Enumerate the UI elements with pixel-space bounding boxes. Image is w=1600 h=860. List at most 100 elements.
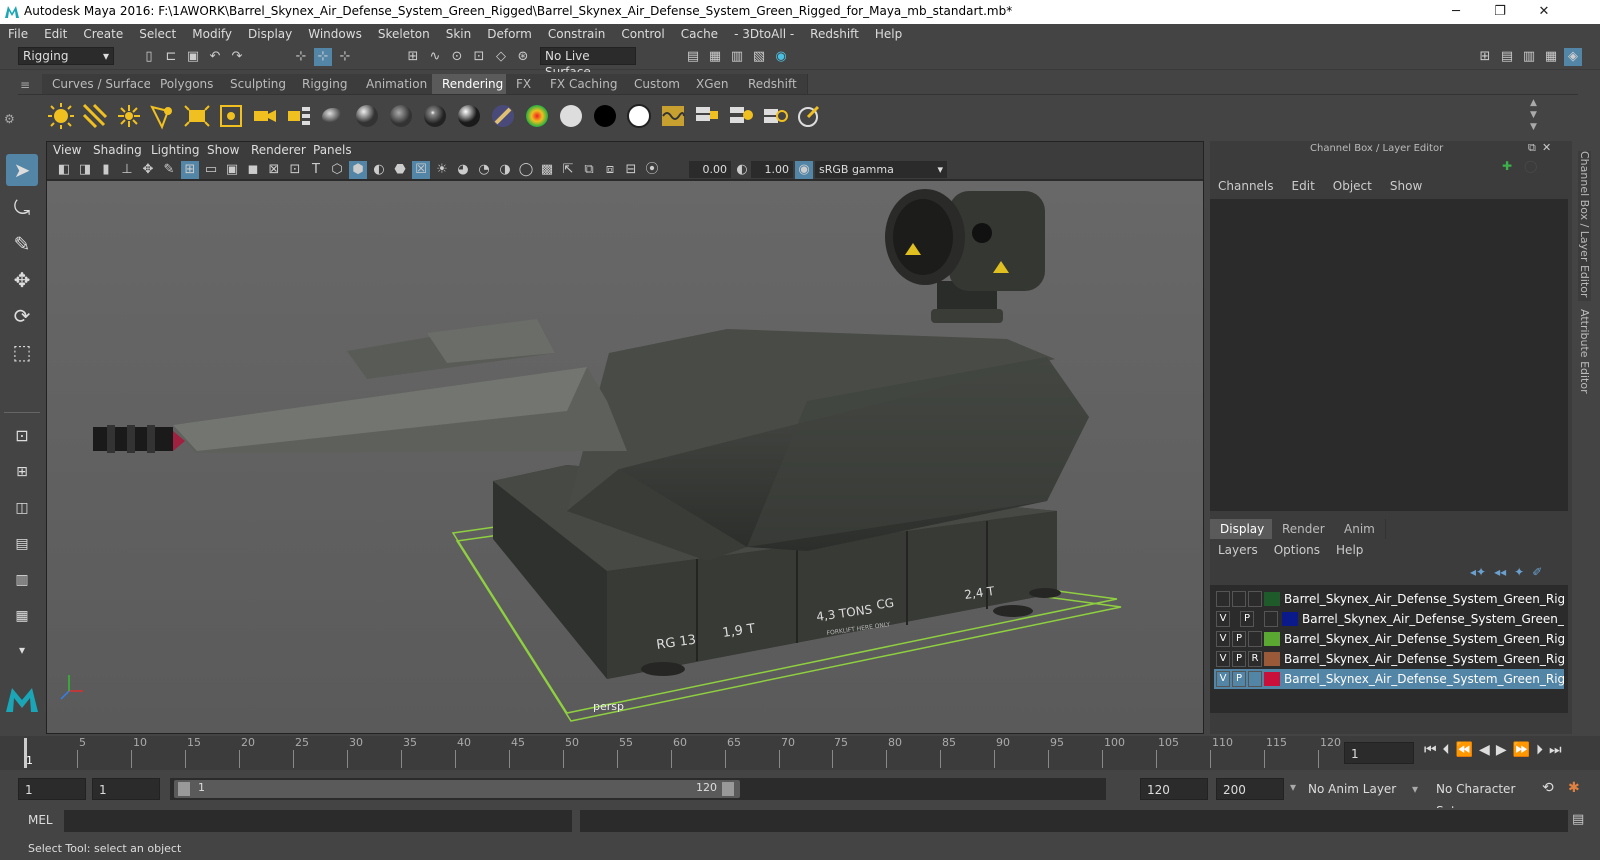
layer-playback-toggle[interactable]: P [1240,611,1254,627]
persp-graph-layout-icon[interactable]: ▥ [6,564,38,596]
wireframe-icon[interactable]: ⬡ [328,161,346,179]
tab-polygons[interactable]: Polygons [150,74,225,94]
menu-create[interactable]: Create [75,24,131,44]
xray-components-icon[interactable]: ⧈ [601,161,619,179]
toggle-channel-box-icon[interactable]: ▦ [1542,48,1560,66]
depth-of-field-icon[interactable]: ◯ [517,161,535,179]
tab-fx[interactable]: FX [506,74,543,94]
layer-reference-toggle[interactable] [1248,631,1262,647]
tab-rigging[interactable]: Rigging [292,74,359,94]
spot-light-cone-icon[interactable] [148,101,178,131]
shading-sphere-dark-icon[interactable] [318,101,348,131]
vp-menu-renderer[interactable]: Renderer [251,143,306,157]
range-track[interactable]: 1 120 [170,778,1106,800]
render-settings-shelf-icon[interactable] [760,101,790,131]
snap-curve-icon[interactable]: ∿ [426,48,444,66]
exposure-field[interactable]: 0.00 [689,161,731,178]
move-layer-down-icon[interactable]: ◂◂ [1494,565,1506,579]
lasso-tool-icon[interactable]: ⤿ [6,192,38,224]
grid-icon[interactable]: ⊞ [181,161,199,179]
color-management-icon[interactable]: ◉ [795,161,813,179]
layer-color-swatch[interactable] [1264,632,1280,646]
layer-reference-toggle[interactable] [1248,671,1262,687]
3d-scene[interactable]: RG 13 1,9 T 4,3 TONS CG 2,4 T FORKLIFT H… [47,181,1203,733]
two-pane-layout-icon[interactable]: ◫ [6,492,38,524]
area-light-icon[interactable] [182,101,212,131]
manipulator-icon[interactable]: ✚ [1502,159,1512,173]
le-menu-options[interactable]: Options [1274,543,1320,563]
mode-dropdown[interactable]: Rigging ▾ [18,47,114,65]
playback-end-field[interactable]: 120 [1140,778,1208,800]
current-frame-field[interactable]: 1 [1344,742,1414,764]
scene-end-field[interactable]: 200 [1216,778,1284,800]
animation-preferences-icon[interactable]: ✱ [1568,780,1580,796]
exposure-icon[interactable]: ⦿ [643,161,661,179]
anisotropic-sphere-icon[interactable] [488,101,518,131]
snap-live-icon[interactable]: ⊛ [514,48,532,66]
surface-shader-icon[interactable] [556,101,586,131]
layered-shader-icon[interactable] [624,101,654,131]
scale-tool-icon[interactable]: ⬚ [6,336,38,368]
layer-visibility-toggle[interactable] [1216,591,1230,607]
gear-icon[interactable]: ⚙ [4,112,15,126]
menu-skeleton[interactable]: Skeleton [370,24,438,44]
new-layer-icon[interactable]: ✐ [1532,565,1542,579]
range-end-grip[interactable] [722,782,734,796]
step-forward-frame-icon[interactable]: ⏵ [1536,742,1543,758]
character-set-dropdown[interactable]: No Character Set [1432,778,1536,818]
maya-home-icon[interactable] [4,684,40,714]
command-input[interactable] [64,810,572,832]
tab-custom[interactable]: Custom [624,74,691,94]
auto-key-icon[interactable]: ⟲ [1542,780,1554,796]
menu-display[interactable]: Display [240,24,300,44]
menu-help[interactable]: Help [867,24,910,44]
color-space-dropdown[interactable]: sRGB gamma ▾ [815,161,947,178]
toggle-tool-settings-icon[interactable]: ▥ [1520,48,1538,66]
playback-start-field[interactable]: 1 [92,778,160,800]
layer-playback-toggle[interactable] [1232,591,1246,607]
layer-reference-toggle[interactable]: R [1248,651,1262,667]
shadows-icon[interactable]: ☀ [433,161,451,179]
use-all-lights-icon[interactable]: ☒ [412,161,430,179]
blinn-sphere-icon[interactable] [352,101,382,131]
chevron-down-icon[interactable]: ▾ [1290,780,1296,794]
move-tool-icon[interactable]: ✥ [6,264,38,296]
save-scene-icon[interactable]: ▣ [184,48,202,66]
step-back-frame-icon[interactable]: ⏴ [1443,742,1450,758]
layer-visibility-toggle[interactable]: V [1216,671,1230,687]
screen-space-ao-icon[interactable]: ◕ [454,161,472,179]
menu-redshift[interactable]: Redshift [802,24,867,44]
wireframe-on-shaded-icon[interactable]: ◐ [370,161,388,179]
redo-icon[interactable]: ↷ [228,48,246,66]
layer-visibility-toggle[interactable]: V [1216,611,1230,627]
gamma-icon[interactable]: ◐ [733,161,751,179]
scene-start-field[interactable]: 1 [18,778,86,800]
four-pane-layout-icon[interactable]: ⊞ [6,456,38,488]
select-component-icon[interactable]: ⊹ [336,48,354,66]
new-layer-selected-icon[interactable]: ✦ [1514,565,1524,579]
range-start-grip[interactable] [178,782,190,796]
cb-menu-edit[interactable]: Edit [1292,179,1315,199]
isolate-view-icon[interactable]: ⊟ [622,161,640,179]
tab-display[interactable]: Display [1210,519,1276,539]
menu-file[interactable]: File [0,24,36,44]
menu-edit[interactable]: Edit [36,24,75,44]
step-back-key-icon[interactable]: ⏪ [1456,742,1473,758]
point-light-icon[interactable] [114,101,144,131]
menu-select[interactable]: Select [131,24,184,44]
smooth-shade-icon[interactable]: ⬢ [349,161,367,179]
tab-fx-caching[interactable]: FX Caching [540,74,629,94]
snap-view-icon[interactable]: ⊡ [470,48,488,66]
gamma-field[interactable]: 1.00 [751,161,793,178]
film-gate-icon[interactable]: ▭ [202,161,220,179]
tab-sculpting[interactable]: Sculpting [220,74,298,94]
toggle-modeling-toolkit-icon[interactable]: ⊞ [1476,48,1494,66]
layer-row-selected[interactable]: V P Barrel_Skynex_Air_Defense_System_Gre… [1214,669,1564,689]
motion-blur-icon[interactable]: ◔ [475,161,493,179]
current-time-marker[interactable] [24,738,27,768]
minimize-button[interactable]: ─ [1436,2,1476,22]
snap-grid-icon[interactable]: ⊞ [404,48,422,66]
go-to-start-icon[interactable]: ⏮ [1424,742,1437,758]
ramp-shader-icon[interactable] [522,101,552,131]
image-plane-icon[interactable]: ⊥ [118,161,136,179]
